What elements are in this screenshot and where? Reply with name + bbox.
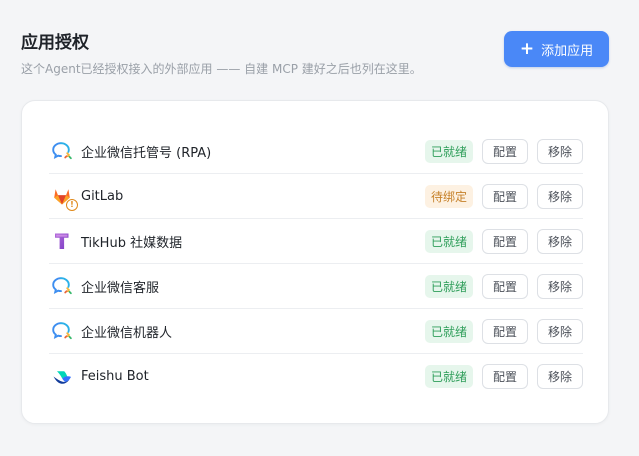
wecom-chat-icon	[51, 140, 73, 162]
add-app-button-label: 添加应用	[541, 43, 594, 59]
status-badge: 已就绪	[424, 274, 473, 298]
plus-icon: +	[519, 39, 535, 59]
gitlab-icon: !	[51, 185, 78, 211]
tikhub-icon	[51, 230, 73, 252]
configure-button[interactable]: 配置	[482, 273, 528, 299]
status-badge: 已就绪	[424, 229, 473, 253]
app-name: 企业微信托管号 (RPA)	[81, 145, 212, 161]
remove-button[interactable]: 移除	[537, 138, 583, 164]
status-badge: 已就绪	[424, 139, 473, 163]
configure-button[interactable]: 配置	[482, 318, 528, 344]
app-row: ! GitLab 待绑定 配置 移除	[49, 174, 583, 219]
app-row: TikHub 社媒数据 已就绪 配置 移除	[49, 219, 583, 264]
remove-button[interactable]: 移除	[537, 183, 583, 209]
app-actions: 已就绪 配置 移除	[424, 228, 583, 254]
app-actions: 已就绪 配置 移除	[424, 318, 583, 344]
app-name: TikHub 社媒数据	[81, 235, 183, 251]
app-actions: 已就绪 配置 移除	[424, 364, 583, 389]
status-badge: 待绑定	[424, 184, 473, 208]
app-row: 企业微信客服 已就绪 配置 移除	[49, 264, 583, 309]
app-name: Feishu Bot	[81, 369, 149, 384]
app-list-card: 企业微信托管号 (RPA) 已就绪 配置 移除 ! GitLab 待绑定 配置 …	[21, 100, 609, 424]
wecom-chat-icon	[51, 275, 73, 297]
warning-icon: !	[66, 199, 78, 211]
app-actions: 已就绪 配置 移除	[424, 138, 583, 164]
status-badge: 已就绪	[424, 319, 473, 343]
app-actions: 已就绪 配置 移除	[424, 273, 583, 299]
configure-button[interactable]: 配置	[482, 138, 528, 164]
app-actions: 待绑定 配置 移除	[424, 183, 583, 209]
status-badge: 已就绪	[424, 365, 473, 388]
app-list: 企业微信托管号 (RPA) 已就绪 配置 移除 ! GitLab 待绑定 配置 …	[49, 129, 583, 399]
remove-button[interactable]: 移除	[537, 273, 583, 299]
feishu-icon	[51, 366, 73, 388]
remove-button[interactable]: 移除	[537, 318, 583, 344]
app-name: 企业微信客服	[81, 280, 160, 296]
configure-button[interactable]: 配置	[482, 364, 528, 389]
app-row: 企业微信机器人 已就绪 配置 移除	[49, 309, 583, 354]
configure-button[interactable]: 配置	[482, 228, 528, 254]
app-name: 企业微信机器人	[81, 325, 173, 341]
add-app-button[interactable]: + 添加应用	[504, 31, 609, 67]
remove-button[interactable]: 移除	[537, 228, 583, 254]
app-name: GitLab	[81, 188, 124, 204]
app-row: 企业微信托管号 (RPA) 已就绪 配置 移除	[49, 129, 583, 174]
app-row: Feishu Bot 已就绪 配置 移除	[49, 354, 583, 399]
remove-button[interactable]: 移除	[537, 364, 583, 389]
wecom-chat-icon	[51, 320, 73, 342]
configure-button[interactable]: 配置	[482, 183, 528, 209]
